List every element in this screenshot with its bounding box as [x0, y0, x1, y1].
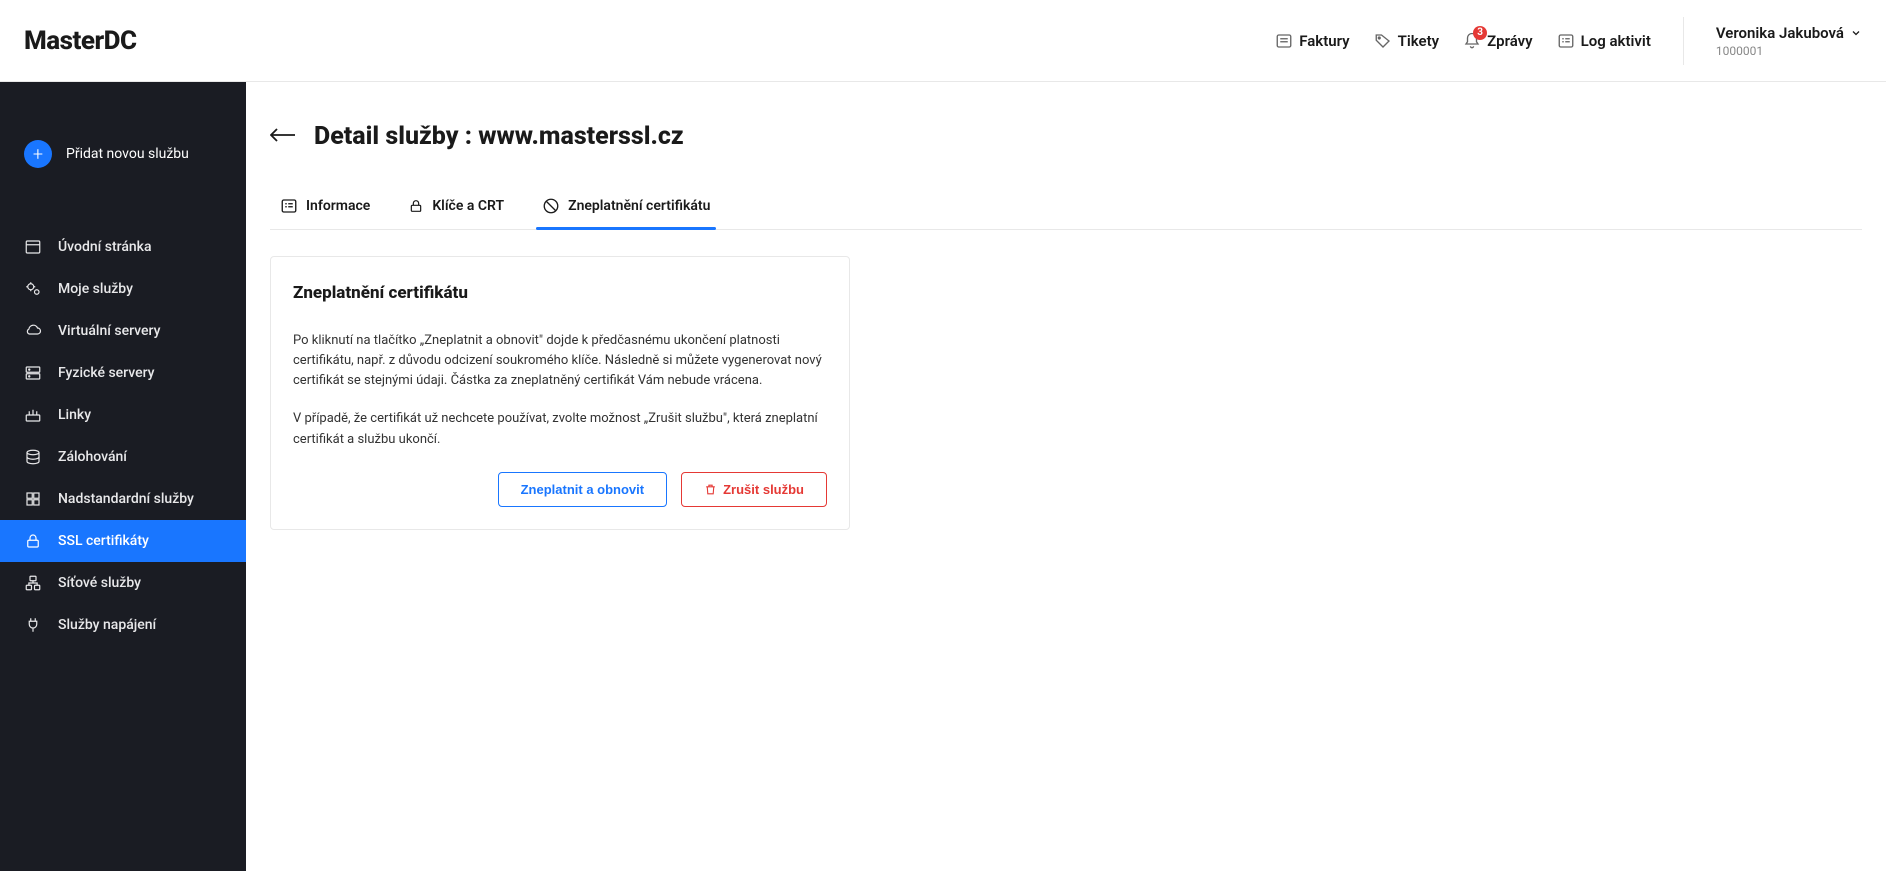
window-icon — [24, 238, 42, 256]
header: MasterDC Faktury Tikety 3 Zprávy Log akt… — [0, 0, 1886, 82]
sidebar-item-label: SSL certifikáty — [58, 533, 149, 549]
sidebar-item-power-services[interactable]: Služby napájení — [0, 604, 246, 646]
plus-icon: + — [24, 140, 52, 168]
card-actions: Zneplatnit a obnovit Zrušit službu — [293, 472, 827, 507]
sidebar-item-network-services[interactable]: Síťové služby — [0, 562, 246, 604]
card-paragraph: Po kliknutí na tlačítko „Zneplatnit a ob… — [293, 331, 827, 391]
header-links: Faktury Tikety 3 Zprávy Log aktivit Vero… — [1275, 17, 1862, 65]
sidebar-item-label: Moje služby — [58, 281, 133, 297]
revoke-certificate-card: Zneplatnění certifikátu Po kliknutí na t… — [270, 256, 850, 530]
tag-icon — [1374, 32, 1392, 50]
tab-label: Zneplatnění certifikátu — [568, 198, 710, 214]
sidebar-item-backup[interactable]: Zálohování — [0, 436, 246, 478]
sidebar-item-virtual-servers[interactable]: Virtuální servery — [0, 310, 246, 352]
sidebar-item-home[interactable]: Úvodní stránka — [0, 226, 246, 268]
tab-keys-crt[interactable]: Klíče a CRT — [406, 187, 506, 229]
sidebar-item-physical-servers[interactable]: Fyzické servery — [0, 352, 246, 394]
header-link-activity-log[interactable]: Log aktivit — [1557, 32, 1651, 50]
arrow-left-icon — [270, 128, 296, 142]
divider — [1683, 17, 1684, 65]
tab-revoke-certificate[interactable]: Zneplatnění certifikátu — [540, 187, 712, 229]
sidebar-item-label: Úvodní stránka — [58, 239, 152, 255]
sidebar-item-label: Linky — [58, 407, 91, 423]
sidebar-item-label: Virtuální servery — [58, 323, 160, 339]
lock-icon — [24, 532, 42, 550]
sidebar-item-label: Síťové služby — [58, 575, 141, 591]
card-title: Zneplatnění certifikátu — [293, 283, 827, 303]
user-id: 1000001 — [1716, 44, 1862, 58]
cancel-service-label: Zrušit službu — [723, 482, 804, 497]
header-link-invoices[interactable]: Faktury — [1275, 32, 1349, 50]
cancel-service-button[interactable]: Zrušit službu — [681, 472, 827, 507]
list-icon — [1557, 32, 1575, 50]
back-button[interactable] — [270, 127, 296, 146]
ban-icon — [542, 197, 560, 215]
trash-icon — [704, 483, 717, 496]
cloud-icon — [24, 322, 42, 340]
page-title: Detail služby : www.masterssl.cz — [314, 122, 684, 151]
sidebar: + Přidat novou službu Úvodní stránka Moj… — [0, 82, 246, 871]
sidebar-item-my-services[interactable]: Moje služby — [0, 268, 246, 310]
info-list-icon — [280, 197, 298, 215]
sidebar-item-extra-services[interactable]: Nadstandardní služby — [0, 478, 246, 520]
add-service-label: Přidat novou službu — [66, 146, 189, 162]
plug-icon — [24, 616, 42, 634]
sidebar-item-label: Nadstandardní služby — [58, 491, 194, 507]
card-paragraph: V případě, že certifikát už nechcete pou… — [293, 409, 827, 449]
lock-icon — [408, 198, 424, 214]
server-icon — [24, 364, 42, 382]
page-title-row: Detail služby : www.masterssl.cz — [270, 122, 1862, 151]
revoke-and-renew-button[interactable]: Zneplatnit a obnovit — [498, 472, 668, 507]
tab-label: Informace — [306, 198, 370, 214]
header-link-label: Log aktivit — [1581, 32, 1651, 50]
chevron-down-icon — [1850, 27, 1862, 39]
user-menu[interactable]: Veronika Jakubová 1000001 — [1716, 24, 1862, 58]
tab-information[interactable]: Informace — [278, 187, 372, 229]
grid-icon — [24, 490, 42, 508]
gears-icon — [24, 280, 42, 298]
sidebar-item-label: Služby napájení — [58, 617, 156, 633]
add-service-button[interactable]: + Přidat novou službu — [0, 130, 246, 178]
main-content: Detail služby : www.masterssl.cz Informa… — [246, 82, 1886, 871]
header-link-tickets[interactable]: Tikety — [1374, 32, 1439, 50]
user-name: Veronika Jakubová — [1716, 24, 1844, 42]
sidebar-item-label: Fyzické servery — [58, 365, 155, 381]
header-link-messages[interactable]: 3 Zprávy — [1463, 32, 1533, 50]
sidebar-item-ssl-certificates[interactable]: SSL certifikáty — [0, 520, 246, 562]
tab-label: Klíče a CRT — [432, 198, 504, 214]
tabs: Informace Klíče a CRT Zneplatnění certif… — [270, 187, 1862, 230]
nav: Úvodní stránka Moje služby Virtuální ser… — [0, 226, 246, 646]
logo: MasterDC — [24, 26, 137, 56]
header-link-label: Tikety — [1398, 32, 1439, 50]
header-link-label: Faktury — [1299, 32, 1349, 50]
messages-badge: 3 — [1473, 26, 1487, 40]
invoice-icon — [1275, 32, 1293, 50]
header-link-label: Zprávy — [1487, 32, 1533, 50]
database-icon — [24, 448, 42, 466]
router-icon — [24, 406, 42, 424]
sidebar-item-links[interactable]: Linky — [0, 394, 246, 436]
network-icon — [24, 574, 42, 592]
sidebar-item-label: Zálohování — [58, 449, 127, 465]
